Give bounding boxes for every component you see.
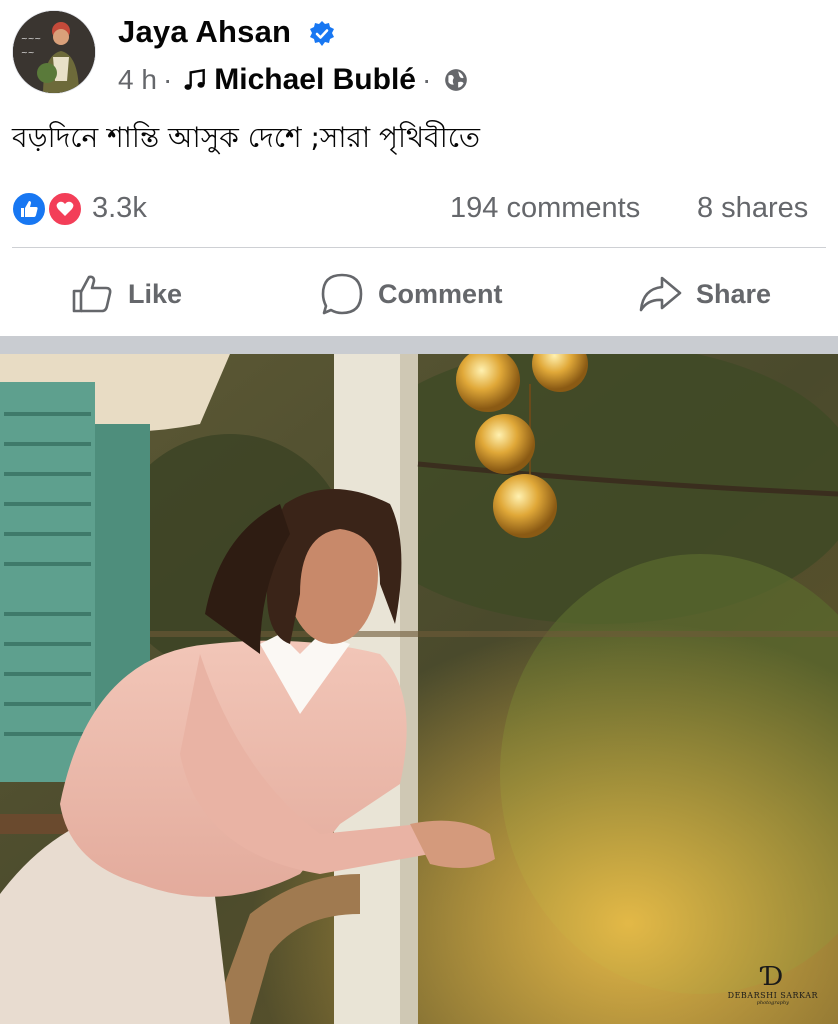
post-meta: 4 h · Michael Bublé · bbox=[118, 62, 469, 98]
share-arrow-icon bbox=[639, 276, 682, 312]
post-actions: Like Comment Share bbox=[0, 256, 838, 332]
like-label: Like bbox=[128, 278, 183, 309]
reactions-summary: 3.3k 194 comments 8 shares bbox=[0, 186, 838, 230]
like-button[interactable]: Like bbox=[70, 270, 182, 318]
section-separator bbox=[0, 336, 838, 354]
share-label: Share bbox=[696, 278, 772, 309]
post-caption: বড়দিনে শান্তি আসুক দেশে ;সারা পৃথিবীতে bbox=[12, 121, 480, 154]
author-name[interactable]: Jaya Ahsan bbox=[118, 14, 291, 50]
credit-sub: photography bbox=[756, 1000, 789, 1006]
post-time[interactable]: 4 h bbox=[118, 64, 157, 96]
globe-icon[interactable] bbox=[443, 67, 469, 93]
meta-separator: · bbox=[162, 64, 173, 95]
comment-bubble-icon bbox=[321, 273, 363, 315]
post-photo[interactable]: Ɗ DEBARSHI SARKAR photography bbox=[0, 354, 838, 1024]
song-link[interactable]: Michael Bublé bbox=[214, 63, 416, 97]
svg-text:~~~: ~~~ bbox=[21, 34, 41, 43]
author-avatar[interactable]: ~~~ ~~ bbox=[12, 10, 96, 94]
comments-count[interactable]: 194 comments bbox=[450, 192, 640, 225]
credit-name: DEBARSHI SARKAR bbox=[727, 991, 818, 1000]
meta-separator: · bbox=[421, 64, 432, 95]
comment-button[interactable]: Comment bbox=[320, 270, 503, 318]
post-header: ~~~ ~~ Jaya Ahsan 4 h · Michael Bublé · bbox=[0, 0, 838, 100]
divider bbox=[12, 247, 826, 248]
verified-badge-icon bbox=[310, 21, 334, 46]
share-button[interactable]: Share bbox=[638, 270, 771, 318]
svg-text:~~: ~~ bbox=[21, 48, 34, 57]
love-reaction-icon bbox=[46, 190, 84, 228]
reaction-count[interactable]: 3.3k bbox=[92, 192, 147, 225]
thumbs-up-icon bbox=[72, 275, 112, 313]
music-note-icon bbox=[184, 68, 206, 90]
like-reaction-icon bbox=[10, 190, 48, 228]
comment-label: Comment bbox=[378, 278, 503, 309]
credit-mark: Ɗ bbox=[762, 962, 784, 992]
photo-credit-watermark: Ɗ DEBARSHI SARKAR photography bbox=[728, 963, 818, 1006]
photo-scene bbox=[0, 354, 838, 1024]
shares-count[interactable]: 8 shares bbox=[697, 192, 808, 225]
avatar-image: ~~~ ~~ bbox=[13, 11, 95, 93]
reaction-icons[interactable] bbox=[10, 190, 86, 228]
